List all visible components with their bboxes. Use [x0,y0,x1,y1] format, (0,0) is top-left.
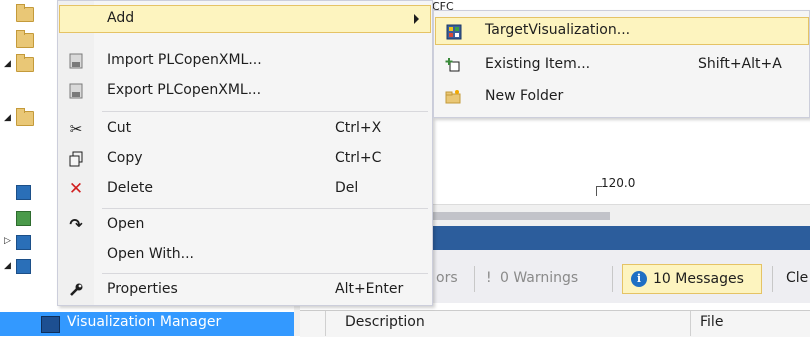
column-divider[interactable] [325,311,326,336]
object-icon [16,235,31,250]
wrench-icon [68,282,84,298]
scissors-icon: ✂ [69,120,83,138]
menu-item-copy[interactable]: Copy Ctrl+C [59,145,431,173]
tree-row-folder-2[interactable] [0,28,60,52]
warnings-filter-button[interactable]: 0 Warnings [500,270,578,286]
folder-icon [16,108,34,126]
editor-value-label: 120.0 [601,176,636,190]
tree-row-object-2[interactable] [0,206,60,230]
submenu-item-shortcut: Shift+Alt+A [698,56,782,72]
export-xml-icon [68,83,84,99]
toolbar-separator [772,266,773,292]
submenu-item-targetvisualization[interactable]: TargetVisualization... [435,17,809,45]
submenu-arrow-icon [414,14,419,24]
submenu-item-new-folder[interactable]: New Folder [435,83,809,111]
expanded-arrow-icon[interactable]: ◢ [4,113,11,123]
menu-item-label: Add [107,10,135,26]
tree-row-folder-1[interactable] [0,2,60,26]
menu-item-label: Properties [107,281,178,297]
menu-item-export-plcopenxml[interactable]: Export PLCopenXML... [59,77,431,105]
column-divider[interactable] [690,311,691,336]
visualization-manager-label: Visualization Manager [67,314,222,330]
menu-item-label: Import PLCopenXML... [107,52,262,68]
collapsed-arrow-icon[interactable]: ▷ [4,236,11,246]
menu-item-shortcut: Del [335,180,359,196]
delete-x-icon: ✕ [68,179,84,199]
menu-item-open-with[interactable]: Open With... [59,241,431,269]
add-submenu: TargetVisualization... Existing Item... … [433,10,810,118]
info-icon: i [631,271,647,287]
menu-item-label: Delete [107,180,153,196]
column-header-description[interactable]: Description [345,314,425,330]
submenu-item-existing-item[interactable]: Existing Item... Shift+Alt+A [435,51,809,79]
menu-item-label: Open [107,216,145,232]
toolbar-separator [474,266,475,292]
new-folder-icon [445,89,461,105]
object-icon [16,259,31,274]
submenu-item-label: TargetVisualization... [485,22,631,38]
warning-icon: ! [486,270,492,286]
menu-separator [102,111,428,112]
menu-separator [102,273,428,274]
tree-row-folder-3[interactable]: ◢ [0,52,60,76]
menu-item-delete[interactable]: ✕ Delete Del [59,175,431,203]
menu-item-label: Open With... [107,246,194,262]
menu-item-label: Cut [107,120,132,136]
folder-icon [16,4,34,22]
menu-separator [102,208,428,209]
submenu-item-label: Existing Item... [485,56,591,72]
menu-item-shortcut: Alt+Enter [335,281,404,297]
copy-icon [68,151,84,167]
menu-item-shortcut: Ctrl+C [335,150,382,166]
menu-item-import-plcopenxml[interactable]: Import PLCopenXML... [59,47,431,75]
folder-icon [16,54,34,72]
menu-item-add[interactable]: Add [59,5,431,33]
open-arrow-icon: ↷ [69,215,83,234]
tree-row-object-3[interactable]: ▷ [0,230,60,254]
expanded-arrow-icon[interactable]: ◢ [4,59,11,69]
context-menu: Add Import PLCopenXML... Export PLCopenX… [57,0,433,306]
scrollbar-thumb[interactable] [430,212,610,220]
toolbar-separator [612,266,613,292]
target-visualization-icon [446,24,462,40]
menu-item-label: Copy [107,150,143,166]
folder-icon [16,30,34,48]
clear-button[interactable]: Cle [786,270,808,286]
tree-row-object-1[interactable] [0,180,60,204]
value-marker [596,186,602,196]
import-xml-icon [68,53,84,69]
errors-filter-button[interactable]: ors [436,270,458,286]
menu-item-properties[interactable]: Properties Alt+Enter [59,276,431,304]
messages-filter-label: 10 Messages [653,271,744,287]
messages-filter-button[interactable]: i 10 Messages [622,264,762,294]
tree-row-object-4[interactable]: ◢ [0,254,60,278]
visualization-manager-icon [41,316,60,333]
menu-item-label: Export PLCopenXML... [107,82,262,98]
object-icon [16,185,31,200]
tree-row-folder-4[interactable]: ◢ [0,106,60,130]
submenu-item-label: New Folder [485,88,564,104]
menu-item-cut[interactable]: ✂ Cut Ctrl+X [59,115,431,143]
expanded-arrow-icon[interactable]: ◢ [4,261,11,271]
object-icon [16,211,31,226]
column-header-file[interactable]: File [700,314,723,330]
existing-item-icon [445,57,461,73]
menu-item-shortcut: Ctrl+X [335,120,382,136]
menu-item-open[interactable]: ↷ Open [59,211,431,239]
